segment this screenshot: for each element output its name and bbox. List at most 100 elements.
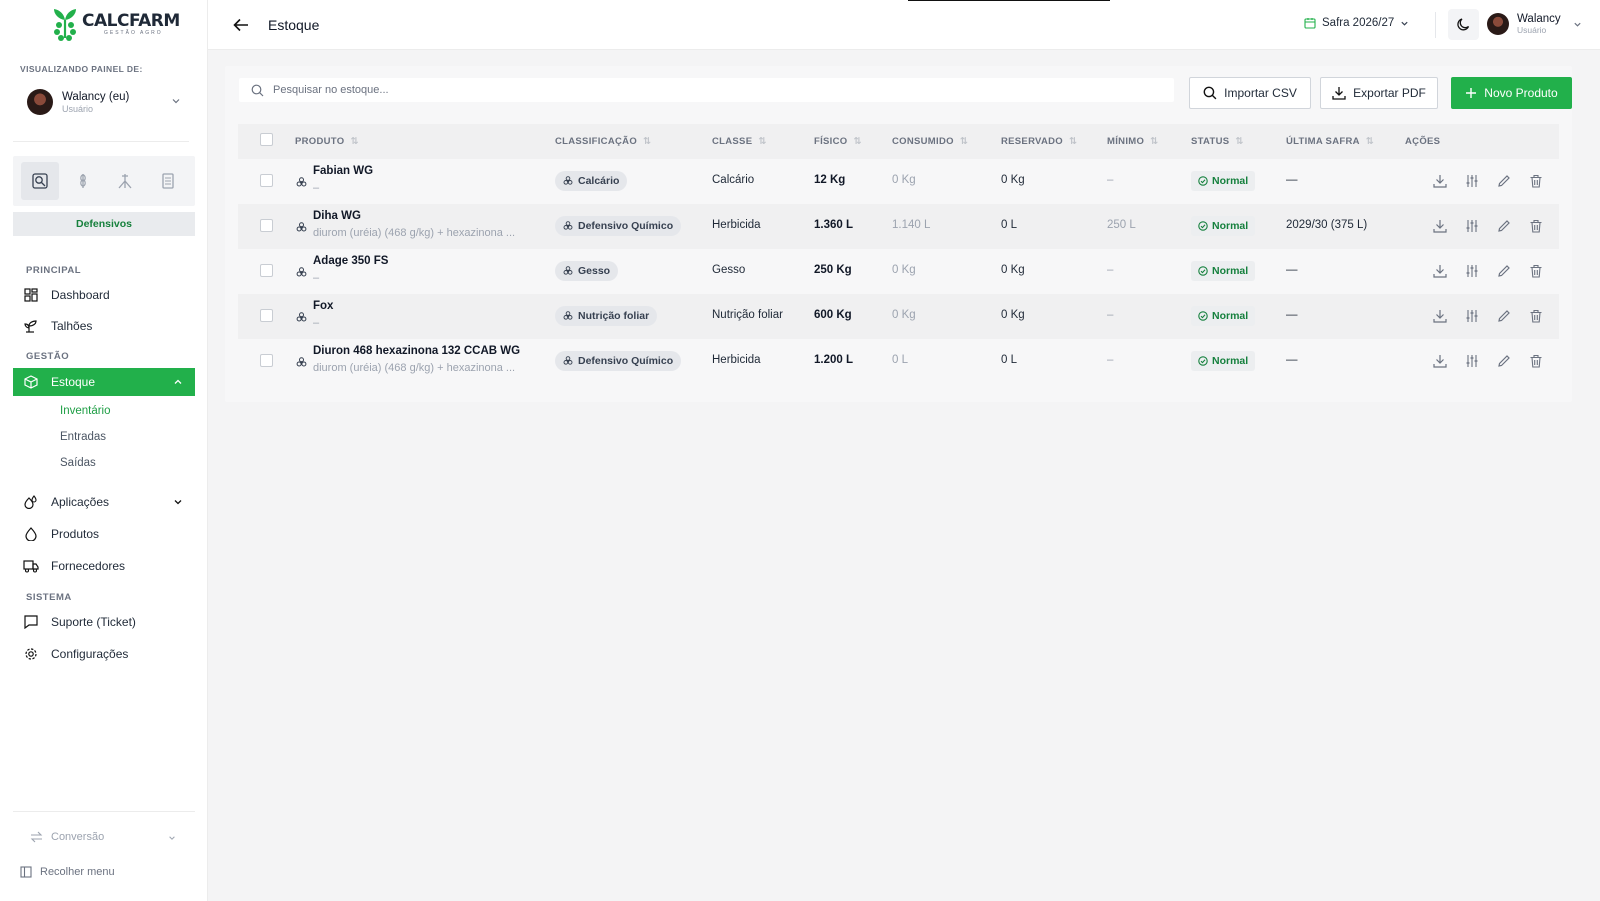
classification-badge: Gesso	[555, 261, 619, 281]
adjust-sliders-icon[interactable]	[1464, 308, 1480, 324]
row-checkbox[interactable]	[260, 264, 273, 277]
adjust-sliders-icon[interactable]	[1464, 353, 1480, 369]
trash-icon[interactable]	[1528, 308, 1544, 324]
product-name[interactable]: Adage 350 FS	[313, 255, 388, 267]
table-row: Diha WG diurom (uréia) (468 g/kg) + hexa…	[238, 204, 1559, 249]
biohazard-icon	[296, 177, 307, 187]
minimum-value: –	[1107, 174, 1114, 186]
collapse-menu-button[interactable]: Recolher menu	[20, 866, 115, 878]
adjust-sliders-icon[interactable]	[1464, 173, 1480, 189]
row-checkbox[interactable]	[260, 354, 273, 367]
sidebar-item-label: Estoque	[51, 375, 96, 389]
collapse-menu-label: Recolher menu	[40, 866, 115, 878]
consumed-value: 0 Kg	[892, 264, 916, 276]
edit-pencil-icon[interactable]	[1496, 263, 1512, 279]
page-title: Estoque	[268, 17, 320, 33]
sidebar-item-fornecedores[interactable]: Fornecedores	[13, 552, 195, 580]
adjust-sliders-icon[interactable]	[1464, 218, 1480, 234]
chevron-up-icon	[174, 379, 182, 384]
minimum-value: –	[1107, 264, 1114, 276]
theme-toggle-button[interactable]	[1448, 9, 1479, 40]
section-principal: PRINCIPAL	[26, 265, 81, 276]
class-value: Herbicida	[712, 354, 761, 366]
edit-pencil-icon[interactable]	[1496, 218, 1512, 234]
chevron-down-icon	[1401, 21, 1408, 26]
status-label: Normal	[1212, 175, 1249, 187]
trash-icon[interactable]	[1528, 263, 1544, 279]
row-actions	[1432, 173, 1544, 189]
sidebar-item-label: Dashboard	[51, 288, 110, 302]
inventory-panel: Importar CSV Exportar PDF Novo Produto P…	[225, 66, 1572, 402]
product-name[interactable]: Diha WG	[313, 210, 361, 222]
import-csv-button[interactable]: Importar CSV	[1189, 77, 1311, 109]
sidebar-item-estoque[interactable]: Estoque	[13, 368, 195, 396]
section-gestao: GESTÃO	[26, 351, 70, 362]
row-checkbox[interactable]	[260, 309, 273, 322]
sidebar-item-dashboard[interactable]: Dashboard	[13, 281, 195, 309]
sidebar-subitem-inventario[interactable]: Inventário	[60, 405, 111, 417]
back-arrow-icon[interactable]	[232, 16, 250, 34]
sidebar-item-aplicacoes[interactable]: Aplicações	[13, 488, 195, 516]
select-all-checkbox[interactable]	[260, 133, 273, 146]
reserved-value: 0 Kg	[1001, 309, 1025, 321]
column-header-reservado[interactable]: RESERVADO ⇅	[1001, 136, 1077, 147]
logo[interactable]: CALCFARM GESTÃO AGRO	[52, 8, 180, 42]
column-header-minimo[interactable]: MÍNIMO ⇅	[1107, 136, 1158, 147]
export-pdf-button[interactable]: Exportar PDF	[1320, 77, 1438, 109]
column-header-produto[interactable]: PRODUTO ⇅	[295, 136, 359, 147]
biohazard-icon	[563, 311, 573, 320]
search-box[interactable]	[239, 78, 1174, 102]
download-icon[interactable]	[1432, 308, 1448, 324]
status-badge: Normal	[1191, 171, 1256, 191]
product-name[interactable]: Diuron 468 hexazinona 132 CCAB WG	[313, 345, 520, 357]
sort-icon: ⇅	[959, 136, 969, 147]
column-header-classificacao[interactable]: CLASSIFICAÇÃO ⇅	[555, 136, 651, 147]
trash-icon[interactable]	[1528, 353, 1544, 369]
download-icon[interactable]	[1432, 218, 1448, 234]
divider	[13, 811, 195, 812]
row-checkbox[interactable]	[260, 219, 273, 232]
product-name[interactable]: Fox	[313, 300, 333, 312]
module-lab[interactable]	[21, 162, 60, 200]
sidebar-item-talhoes[interactable]: Talhões	[13, 312, 195, 340]
column-header-ultima-safra[interactable]: ÚLTIMA SAFRA ⇅	[1286, 136, 1374, 147]
topbar: Estoque Safra 2026/27 Walancy Usuário	[208, 0, 1600, 50]
download-icon[interactable]	[1432, 263, 1448, 279]
avatar	[27, 89, 53, 115]
check-circle-icon	[1198, 311, 1208, 321]
edit-pencil-icon[interactable]	[1496, 353, 1512, 369]
edit-pencil-icon[interactable]	[1496, 308, 1512, 324]
sidebar-item-configuracoes[interactable]: Configurações	[13, 640, 195, 668]
column-header-consumido[interactable]: CONSUMIDO ⇅	[892, 136, 968, 147]
new-product-label: Novo Produto	[1484, 86, 1558, 100]
trash-icon[interactable]	[1528, 218, 1544, 234]
column-header-classe[interactable]: CLASSE ⇅	[712, 136, 767, 147]
column-header-status[interactable]: STATUS ⇅	[1191, 136, 1244, 147]
sidebar-subitem-saidas[interactable]: Saídas	[60, 457, 96, 469]
row-actions	[1432, 353, 1544, 369]
module-clipboard[interactable]	[149, 162, 187, 200]
sidebar-subitem-entradas[interactable]: Entradas	[60, 431, 106, 443]
download-icon[interactable]	[1432, 353, 1448, 369]
import-csv-label: Importar CSV	[1224, 86, 1297, 100]
sidebar-item-produtos[interactable]: Produtos	[13, 520, 195, 548]
trash-icon[interactable]	[1528, 173, 1544, 189]
column-header-fisico[interactable]: FÍSICO ⇅	[814, 136, 862, 147]
conversao-toggle[interactable]: Conversão	[30, 831, 104, 843]
product-name[interactable]: Fabian WG	[313, 165, 373, 177]
panel-user-select[interactable]: Walancy (eu) Usuário	[13, 82, 195, 122]
safra-selector[interactable]: Safra 2026/27	[1304, 17, 1409, 29]
sidebar-item-suporte[interactable]: Suporte (Ticket)	[13, 608, 195, 636]
download-icon[interactable]	[1432, 173, 1448, 189]
module-grain[interactable]	[64, 162, 102, 200]
chevron-down-icon	[1574, 22, 1581, 27]
adjust-sliders-icon[interactable]	[1464, 263, 1480, 279]
module-tripod[interactable]	[106, 162, 144, 200]
minimum-value: 250 L	[1107, 219, 1136, 231]
search-input[interactable]	[273, 84, 1153, 96]
user-menu[interactable]: Walancy Usuário	[1487, 13, 1582, 35]
sort-icon: ⇅	[1150, 136, 1159, 147]
edit-pencil-icon[interactable]	[1496, 173, 1512, 189]
new-product-button[interactable]: Novo Produto	[1451, 77, 1572, 109]
row-checkbox[interactable]	[260, 174, 273, 187]
